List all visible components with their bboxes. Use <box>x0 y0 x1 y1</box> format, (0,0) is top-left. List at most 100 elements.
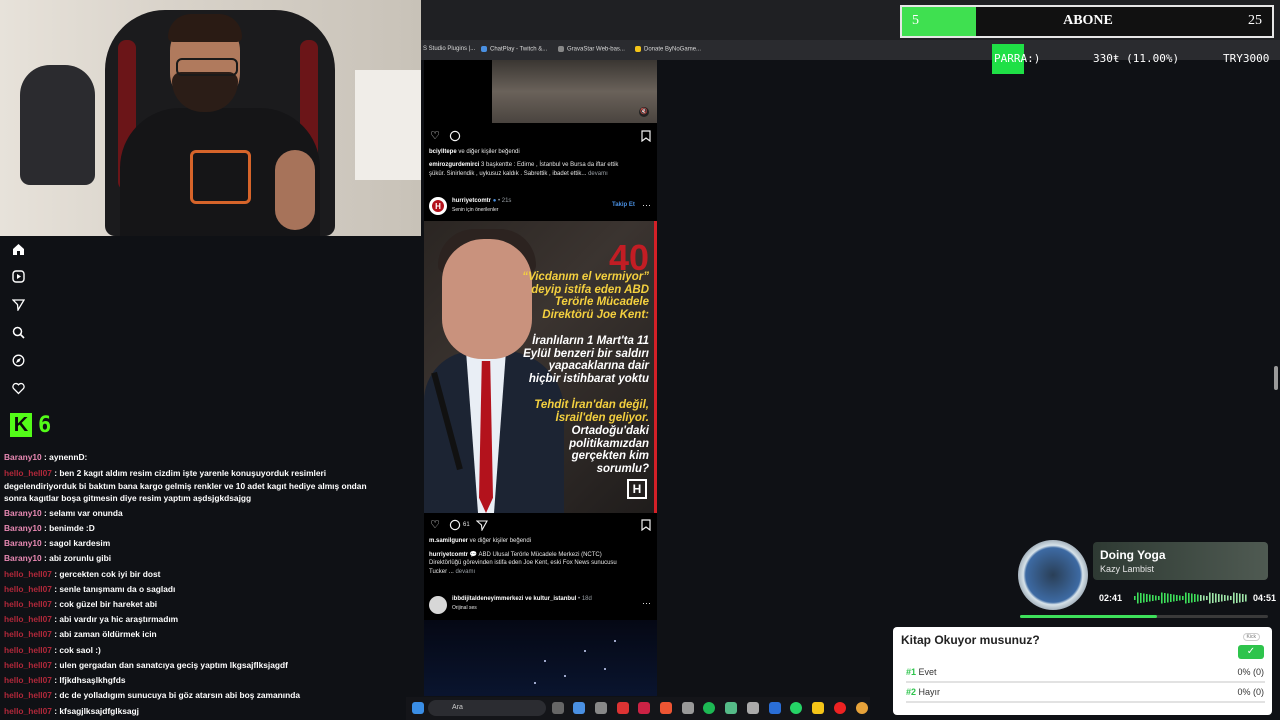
waveform-bar <box>1218 594 1220 602</box>
post-image[interactable]: 40 “Vicdanım el vermiyor” deyip istifa ed… <box>424 221 657 513</box>
chrome-icon[interactable] <box>856 702 868 714</box>
waveform-bar <box>1221 594 1223 602</box>
reels-icon[interactable] <box>10 268 26 284</box>
spotify-icon[interactable] <box>703 702 715 714</box>
post-account[interactable]: ibbdijitaldeneyimmerkezi ve kultur_istan… <box>452 596 592 602</box>
post-caption-line2: şükür. Sinirlendik , uykusuz kaldık . Sa… <box>429 171 608 177</box>
share-icon[interactable] <box>475 519 488 532</box>
avatar[interactable] <box>429 596 447 614</box>
windows-start-icon[interactable] <box>412 702 424 714</box>
app-icon[interactable] <box>725 702 737 714</box>
more-options-icon[interactable]: ⋯ <box>642 598 651 609</box>
heart-icon[interactable] <box>10 380 26 396</box>
chat-message: Barany10 : selamı var onunda <box>4 508 123 518</box>
goal-target: 25 <box>1248 13 1262 28</box>
whatsapp-icon[interactable] <box>790 702 802 714</box>
poll-option-1-pct: 0% (0) <box>1237 667 1264 677</box>
home-icon[interactable] <box>10 241 26 257</box>
app-icon[interactable] <box>617 702 629 714</box>
chat-message: Barany10 : benimde :D <box>4 523 95 533</box>
chat-message: hello_hell07 : dc de yolladıgım sunucuya… <box>4 690 300 700</box>
waveform-bar <box>1182 596 1184 600</box>
waveform-bar <box>1140 593 1142 603</box>
waveform-bar <box>1191 593 1193 603</box>
taskbar-search[interactable]: Ara <box>428 700 546 716</box>
app-icon[interactable] <box>595 702 607 714</box>
waveform-bar <box>1149 594 1151 602</box>
ticker-change: 330ŧ (11.00%) <box>1093 52 1180 65</box>
bookmark-icon[interactable] <box>640 519 652 532</box>
waveform-bar <box>1224 595 1226 601</box>
waveform-bar <box>1179 595 1181 601</box>
file-explorer-icon[interactable] <box>812 702 824 714</box>
comment-icon[interactable] <box>449 519 461 531</box>
app-icon[interactable] <box>682 702 694 714</box>
app-icon[interactable] <box>638 702 650 714</box>
post-video[interactable] <box>424 620 657 696</box>
waveform-bar <box>1158 596 1160 600</box>
kick-logo-icon: K <box>10 413 32 437</box>
waveform-bar <box>1146 594 1148 602</box>
track-elapsed: 02:41 <box>1099 593 1123 603</box>
waveform-bar <box>1167 593 1169 603</box>
poll-badge: Kick <box>1242 633 1260 641</box>
waveform-bar <box>1209 592 1211 604</box>
check-icon: ✓ <box>1238 645 1264 659</box>
track-duration: 04:51 <box>1253 593 1277 603</box>
instagram-feed[interactable]: 🔇 ♡ bciylltepe ve diğer kişiler beğendi … <box>424 60 657 696</box>
like-icon[interactable]: ♡ <box>429 130 441 142</box>
chat-message: hello_hell07 : kfsagjlksajdfglksagj <box>4 706 139 716</box>
chat-message: Barany10 : abi zorunlu gibi <box>4 553 112 563</box>
ticker-target: TRY3000 <box>1223 52 1270 65</box>
app-icon[interactable] <box>769 702 781 714</box>
chat-message: Barany10 : aynennD: <box>4 452 88 462</box>
chatplay-icon <box>481 46 487 52</box>
waveform-bar <box>1134 596 1136 600</box>
task-view-icon[interactable] <box>552 702 564 714</box>
now-playing-widget: Doing Yoga Kazy Lambist 02:41 04:51 <box>1018 540 1276 620</box>
waveform-bar <box>1230 596 1232 600</box>
send-icon[interactable] <box>10 296 26 312</box>
chat-message: hello_hell07 : ben 2 kagıt aldım resim c… <box>4 468 367 503</box>
post-caption: hurriyetcomtr 💬 ABD Ulusal Terörle Mücad… <box>429 552 602 558</box>
waveform-bar <box>1143 593 1145 603</box>
waveform-bar <box>1203 595 1205 601</box>
bookmark-icon[interactable] <box>640 130 652 143</box>
chat-message: hello_hell07 : cok saol :) <box>4 645 101 655</box>
windows-taskbar: Ara <box>406 697 870 720</box>
waveform-bar <box>1236 593 1238 603</box>
post-video[interactable]: 🔇 <box>458 60 657 123</box>
donation-ticker: PARRA:) 330ŧ (11.00%) TRY3000 <box>992 44 1280 74</box>
chat-message: Barany10 : sagol kardesim <box>4 538 111 548</box>
poll-option-2-pct: 0% (0) <box>1237 687 1264 697</box>
search-icon[interactable] <box>10 324 26 340</box>
subscriber-goal-bar: 5 ABONE 25 <box>900 5 1274 38</box>
explore-icon[interactable] <box>10 352 26 368</box>
bookmark-item[interactable]: Donate ByNoGame... <box>635 46 701 53</box>
bookmark-item[interactable]: S Studio Plugins |... <box>423 46 475 52</box>
opera-icon[interactable] <box>834 702 846 714</box>
app-icon[interactable] <box>573 702 585 714</box>
page-scrollbar[interactable] <box>1274 366 1278 390</box>
mute-icon[interactable]: 🔇 <box>639 107 649 117</box>
app-icon[interactable] <box>660 702 672 714</box>
waveform-bar <box>1227 595 1229 601</box>
more-options-icon[interactable]: ⋯ <box>642 200 651 211</box>
waveform-bar <box>1239 593 1241 603</box>
bookmark-item[interactable]: GravaStar Web-bas... <box>558 46 625 53</box>
webcam-overlay <box>0 0 421 236</box>
ticker-label: PARRA:) <box>994 52 1041 65</box>
avatar[interactable]: H <box>429 197 447 215</box>
follow-button[interactable]: Takip Et <box>612 202 635 208</box>
track-progress <box>1020 615 1268 618</box>
comment-icon[interactable] <box>449 130 461 142</box>
post-account[interactable]: hurriyetcomtr ● • 21s <box>452 198 511 204</box>
waveform <box>1134 592 1247 604</box>
bookmark-item[interactable]: ChatPlay - Twitch &... <box>481 46 547 53</box>
track-title: Doing Yoga <box>1100 548 1166 562</box>
waveform-bar <box>1170 594 1172 602</box>
verified-icon: ● <box>492 198 497 204</box>
chat-message: hello_hell07 : cok güzel bir hareket abi <box>4 599 158 609</box>
like-icon[interactable]: ♡ <box>429 519 441 531</box>
settings-icon[interactable] <box>747 702 759 714</box>
